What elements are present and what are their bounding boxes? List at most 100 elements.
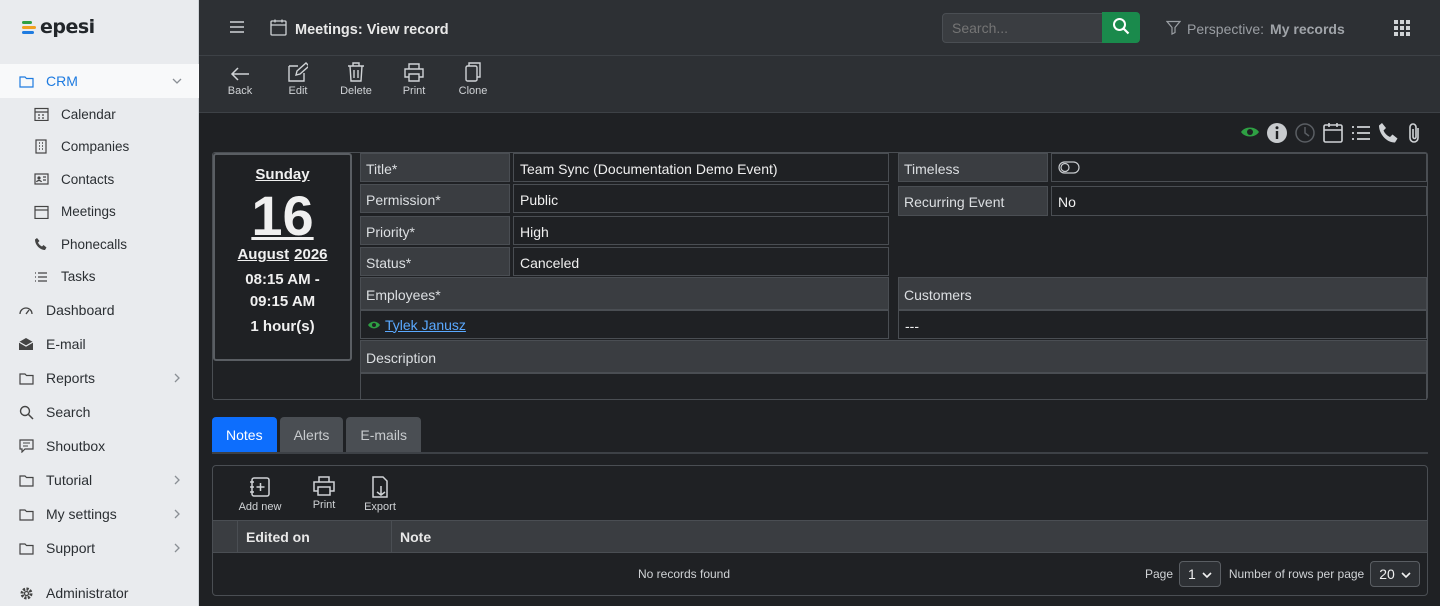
tab-alerts[interactable]: Alerts [279, 417, 344, 453]
logo[interactable]: epesi [22, 16, 95, 38]
paperclip-icon[interactable] [1406, 122, 1424, 147]
building-icon [33, 139, 49, 155]
phone-icon[interactable] [1378, 122, 1400, 147]
menu-icon[interactable] [229, 20, 245, 34]
sidebar-item-administrator[interactable]: Administrator [0, 576, 199, 606]
sidebar-item-tutorial[interactable]: Tutorial [0, 463, 199, 497]
rows-select[interactable]: 20 [1370, 561, 1420, 587]
sidebar-item-search[interactable]: Search [0, 395, 199, 429]
pagination: Page 1 Number of rows per page 20 [1145, 561, 1420, 587]
tab-emails[interactable]: E-mails [346, 417, 422, 453]
export-button[interactable]: Export [363, 476, 397, 513]
print-button[interactable]: Print [389, 60, 439, 97]
folder-icon [18, 472, 34, 488]
customers-value: --- [898, 310, 1427, 339]
calendar-icon[interactable] [1322, 122, 1344, 147]
permission-label: Permission* [360, 184, 510, 213]
search-button[interactable] [1102, 12, 1140, 43]
chevron-down-icon[interactable] [171, 74, 185, 88]
phone-icon [33, 236, 49, 252]
sidebar-item-meetings[interactable]: Meetings [0, 196, 199, 229]
sidebar-item-label: Dashboard [46, 302, 115, 318]
perspective-selector[interactable]: Perspective: My records [1165, 20, 1345, 38]
year[interactable]: 2026 [294, 246, 327, 263]
delete-button[interactable]: Delete [331, 60, 381, 97]
history-icon[interactable] [1294, 122, 1316, 147]
clone-button[interactable]: Clone [448, 60, 498, 97]
copy-icon [448, 60, 498, 82]
sidebar-item-label: Administrator [46, 585, 129, 601]
sidebar-item-tasks[interactable]: Tasks [0, 261, 199, 294]
toggle-off-icon [1058, 161, 1080, 177]
logo-icon [22, 20, 36, 34]
export-file-icon [363, 476, 397, 501]
sidebar-item-label: Calendar [61, 106, 116, 122]
sidebar-item-support[interactable]: Support [0, 531, 199, 565]
back-button[interactable]: Back [215, 60, 265, 97]
sidebar-item-label: Meetings [61, 204, 116, 220]
sidebar-item-email[interactable]: E-mail [0, 327, 199, 361]
employees-label: Employees* [360, 277, 889, 310]
gauge-icon [18, 302, 34, 318]
col-edited-on[interactable]: Edited on [237, 521, 392, 552]
month[interactable]: August [237, 246, 289, 263]
folder-icon [18, 370, 34, 386]
calendar-icon [270, 19, 287, 40]
sidebar-item-label: Reports [46, 370, 96, 386]
weekday[interactable]: Sunday [215, 166, 350, 183]
filter-icon [1165, 20, 1182, 38]
folder-icon [18, 506, 34, 522]
chat-icon [18, 438, 34, 454]
eye-icon[interactable] [367, 317, 381, 333]
notes-print-button[interactable]: Print [309, 476, 339, 511]
sidebar-item-my-settings[interactable]: My settings [0, 497, 199, 531]
duration: 1 hour(s) [250, 318, 315, 335]
envelope-open-icon [18, 336, 34, 352]
page-label: Page [1145, 567, 1174, 581]
sidebar-item-dashboard[interactable]: Dashboard [0, 293, 199, 327]
customers-label: Customers [898, 277, 1427, 310]
sidebar-item-label: Tutorial [46, 472, 93, 488]
top-bar: Meetings: View record Perspective: My re… [199, 0, 1440, 56]
add-new-button[interactable]: Add new [237, 476, 283, 513]
chevron-right-icon[interactable] [171, 541, 185, 555]
timeless-label: Timeless [898, 153, 1048, 182]
chevron-right-icon[interactable] [171, 371, 185, 385]
sidebar-item-contacts[interactable]: Contacts [0, 163, 199, 196]
sidebar-item-companies[interactable]: Companies [0, 131, 199, 164]
edit-button[interactable]: Edit [273, 60, 323, 97]
sidebar-item-phonecalls[interactable]: Phonecalls [0, 228, 199, 261]
sidebar-item-shoutbox[interactable]: Shoutbox [0, 429, 199, 463]
sidebar-item-label: My settings [46, 506, 117, 522]
tab-divider [212, 452, 1428, 454]
tab-notes[interactable]: Notes [212, 417, 277, 453]
priority-value: High [513, 216, 889, 245]
logo-text: epesi [40, 16, 95, 38]
chevron-right-icon[interactable] [171, 473, 185, 487]
sidebar-item-crm[interactable]: CRM [0, 64, 199, 98]
sidebar-item-label: Support [46, 540, 96, 556]
title-label: Title* [360, 153, 510, 182]
notes-panel: Add new Print Export Edited on Note No r… [212, 465, 1428, 596]
chevron-right-icon[interactable] [171, 507, 185, 521]
status-value: Canceled [513, 247, 889, 276]
sidebar-item-reports[interactable]: Reports [0, 361, 199, 395]
page-select[interactable]: 1 [1179, 561, 1221, 587]
apps-grid-icon[interactable] [1394, 20, 1410, 36]
recurring-label: Recurring Event [898, 186, 1048, 216]
time-end: 09:15 AM [249, 293, 316, 310]
col-note[interactable]: Note [391, 521, 1427, 552]
sidebar-item-label: Shoutbox [46, 438, 106, 454]
record-icons [1240, 122, 1424, 147]
list-icon[interactable] [1350, 122, 1372, 147]
info-icon[interactable] [1266, 122, 1288, 147]
eye-icon[interactable] [1240, 122, 1260, 147]
day-number[interactable]: 16 [215, 187, 350, 245]
sidebar-item-calendar[interactable]: Calendar [0, 98, 199, 131]
sidebar-item-label: Tasks [61, 269, 96, 285]
search-input[interactable] [942, 13, 1103, 43]
employee-link[interactable]: Tylek Janusz [385, 317, 466, 333]
notes-print-label: Print [312, 499, 336, 511]
back-label: Back [227, 85, 253, 97]
page-value: 1 [1188, 566, 1196, 582]
